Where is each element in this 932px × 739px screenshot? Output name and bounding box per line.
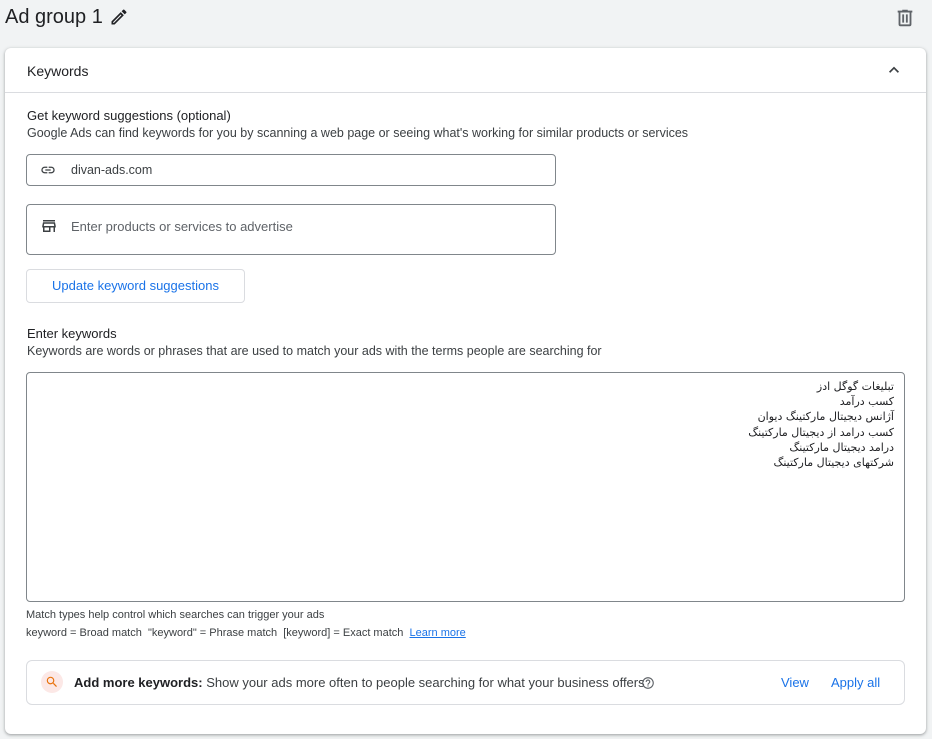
match-types-legend-text: keyword = Broad match "keyword" = Phrase… <box>26 627 404 639</box>
link-icon <box>41 166 55 174</box>
update-suggestions-button[interactable]: Update keyword suggestions <box>26 269 245 303</box>
search-icon <box>46 676 57 687</box>
keyword-line: کسب درامد از دیجیتال مارکتینگ <box>748 425 894 439</box>
url-field-value: divan-ads.com <box>71 163 153 177</box>
keyword-line: شرکتهای دیجیتال مارکتینگ <box>773 456 894 470</box>
products-input[interactable]: Enter products or services to advertise <box>26 204 556 255</box>
apply-all-button[interactable]: Apply all <box>831 675 880 690</box>
keywords-card-title: Keywords <box>27 63 89 79</box>
storefront-icon <box>42 220 56 232</box>
keyword-line: کسب درآمد <box>839 395 894 409</box>
view-button[interactable]: View <box>781 675 809 690</box>
keyword-line: تبلیغات گوگل ادز <box>816 380 894 393</box>
add-more-keywords-box: Add more keywords: Show your ads more of… <box>26 660 905 705</box>
products-placeholder: Enter products or services to advertise <box>71 219 293 234</box>
pencil-icon[interactable] <box>109 7 129 27</box>
add-more-keywords-desc: Show your ads more often to people searc… <box>206 675 645 690</box>
add-more-keywords-text: Add more keywords: Show your ads more of… <box>74 675 645 690</box>
keyword-line: آژانس دیجیتال مارکتینگ دیوان <box>757 410 894 424</box>
keywords-list: تبلیغات گوگل ادز کسب درآمد آژانس دیجیتال… <box>748 379 894 470</box>
enter-keywords-title: Enter keywords <box>27 326 117 341</box>
keywords-card-header[interactable]: Keywords <box>5 48 926 93</box>
add-more-keywords-label: Add more keywords: <box>74 675 203 690</box>
help-icon[interactable] <box>641 676 655 690</box>
learn-more-link[interactable]: Learn more <box>410 627 466 639</box>
enter-keywords-description: Keywords are words or phrases that are u… <box>27 344 602 358</box>
keywords-card: Keywords Get keyword suggestions (option… <box>5 48 926 734</box>
ad-group-header: Ad group 1 <box>0 0 932 36</box>
keyword-line: درامد دیجیتال مارکتینگ <box>789 440 894 454</box>
match-types-legend: keyword = Broad match "keyword" = Phrase… <box>26 627 466 639</box>
url-field[interactable]: divan-ads.com <box>26 154 556 186</box>
ad-group-title: Ad group 1 <box>5 6 103 28</box>
search-icon-badge <box>41 671 63 693</box>
suggestions-description: Google Ads can find keywords for you by … <box>27 126 689 140</box>
trash-icon[interactable] <box>894 7 916 29</box>
keywords-textarea[interactable]: تبلیغات گوگل ادز کسب درآمد آژانس دیجیتال… <box>26 372 905 602</box>
chevron-up-icon[interactable] <box>884 60 904 80</box>
suggestions-title: Get keyword suggestions (optional) <box>27 108 231 123</box>
match-types-help: Match types help control which searches … <box>26 609 325 621</box>
